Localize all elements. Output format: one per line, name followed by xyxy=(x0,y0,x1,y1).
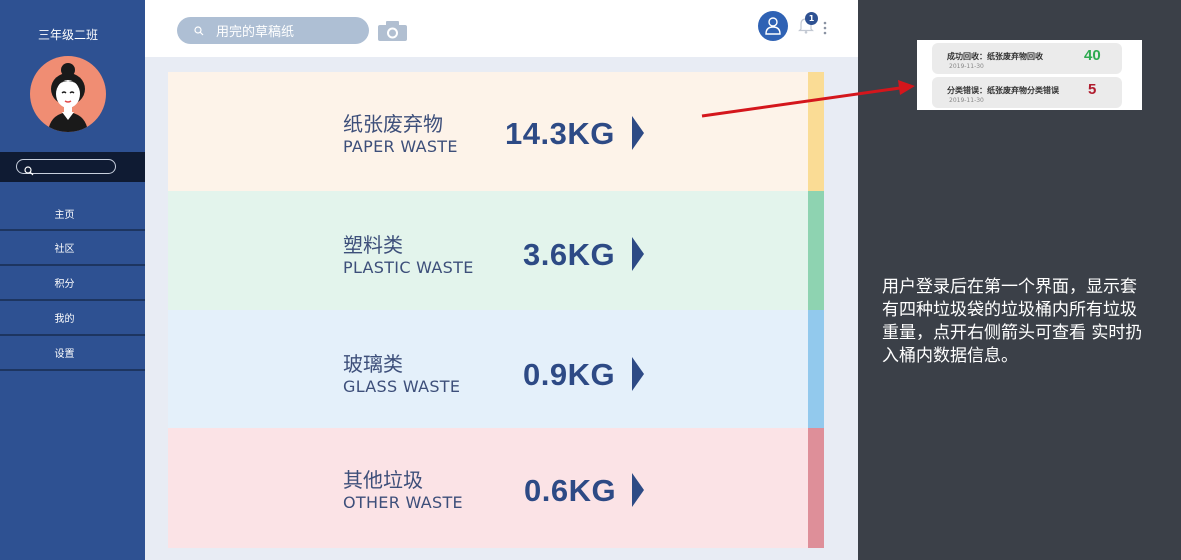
notice-count: 40 xyxy=(1084,47,1101,64)
user-avatar[interactable] xyxy=(758,11,788,41)
search-text: 用完的草稿纸 xyxy=(216,25,295,40)
bin-name-zh: 纸张废弃物 xyxy=(343,112,443,136)
nav-item-settings[interactable]: 设置 xyxy=(0,336,145,371)
more-options-icon[interactable] xyxy=(823,20,827,39)
top-bar: 用完的草稿纸 1 xyxy=(145,0,858,57)
bin-color-stripe xyxy=(808,191,824,310)
bin-name-zh: 塑料类 xyxy=(343,233,403,257)
notice-text: 成功回收：纸张废弃物回收 xyxy=(947,52,1043,61)
bin-name-zh: 其他垃圾 xyxy=(343,468,423,492)
sidebar: 三年级二班 主页 社区 积分 我的 设置 xyxy=(0,0,145,560)
bin-name-zh: 玻璃类 xyxy=(343,352,403,376)
bin-weight: 3.6KG xyxy=(523,237,616,272)
camera-icon[interactable] xyxy=(377,20,408,46)
bin-weight: 14.3KG xyxy=(505,116,615,151)
nav-item-points[interactable]: 积分 xyxy=(0,266,145,301)
notice-count: 5 xyxy=(1088,81,1097,98)
description-text: 用户登录后在第一个界面，显示套有四种垃圾袋的垃圾桶内所有垃圾重量，点开右侧箭头可… xyxy=(882,277,1143,366)
arrow-right-icon[interactable] xyxy=(632,116,644,150)
sidebar-search-bar xyxy=(0,152,145,182)
bin-card-plastic: 塑料类 PLASTIC WASTE 3.6KG xyxy=(168,191,808,310)
bin-color-stripe xyxy=(808,310,824,428)
search-icon xyxy=(24,161,34,180)
bin-color-stripe xyxy=(808,428,824,548)
bin-name-en: PLASTIC WASTE xyxy=(343,258,474,277)
arrow-right-icon[interactable] xyxy=(632,237,644,271)
bin-weight: 0.6KG xyxy=(524,473,617,508)
sidebar-search-input[interactable] xyxy=(16,159,116,176)
bin-card-glass: 玻璃类 GLASS WASTE 0.9KG xyxy=(168,310,808,428)
sidebar-nav: 主页 社区 积分 我的 设置 xyxy=(0,197,145,371)
notice-recycle-success[interactable]: 成功回收：纸张废弃物回收 2019-11-30 40 xyxy=(932,43,1122,74)
arrow-right-icon[interactable] xyxy=(632,357,644,391)
arrow-right-icon[interactable] xyxy=(632,473,644,507)
bin-name-en: OTHER WASTE xyxy=(343,493,463,512)
user-icon xyxy=(765,17,781,35)
class-name: 三年级二班 xyxy=(37,28,98,42)
nav-item-community[interactable]: 社区 xyxy=(0,231,145,266)
notice-date: 2019-11-30 xyxy=(949,97,984,104)
bin-card-other: 其他垃圾 OTHER WASTE 0.6KG xyxy=(168,428,808,548)
bin-name-en: GLASS WASTE xyxy=(343,377,461,396)
nav-item-home[interactable]: 主页 xyxy=(0,197,145,231)
search-input[interactable]: 用完的草稿纸 xyxy=(177,17,369,44)
main-content: 用完的草稿纸 1 纸张废弃物 PAPER WASTE 14.3KG 塑料类 PL… xyxy=(145,0,858,560)
notice-text: 分类错误：纸张废弃物分类错误 xyxy=(947,86,1059,95)
bin-weight: 0.9KG xyxy=(523,357,616,392)
search-icon xyxy=(194,25,204,36)
bin-color-stripe xyxy=(808,72,824,191)
notice-date: 2019-11-30 xyxy=(949,63,984,70)
nav-item-me[interactable]: 我的 xyxy=(0,301,145,336)
bin-card-paper: 纸张废弃物 PAPER WASTE 14.3KG xyxy=(168,72,808,191)
notification-popup: 成功回收：纸张废弃物回收 2019-11-30 40 分类错误：纸张废弃物分类错… xyxy=(917,40,1142,110)
waste-bins: 纸张废弃物 PAPER WASTE 14.3KG 塑料类 PLASTIC WAS… xyxy=(168,72,824,548)
profile-avatar[interactable] xyxy=(30,56,106,132)
notice-classify-error[interactable]: 分类错误：纸张废弃物分类错误 2019-11-30 5 xyxy=(932,77,1122,108)
notification-badge: 1 xyxy=(805,12,818,25)
bin-name-en: PAPER WASTE xyxy=(343,137,458,156)
